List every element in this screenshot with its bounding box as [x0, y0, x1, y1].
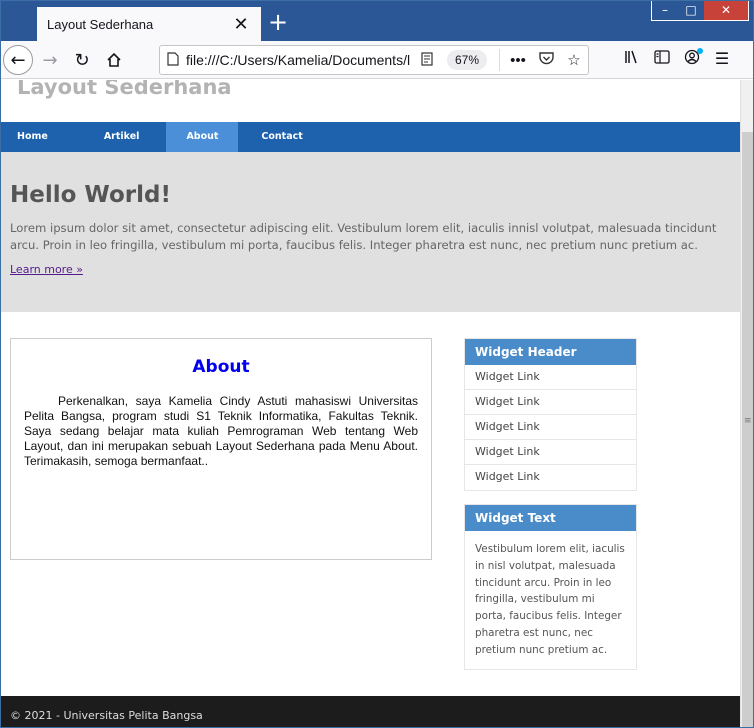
- widget-text-box: Widget Text Vestibulum lorem elit, iacul…: [464, 504, 637, 670]
- reader-view-icon[interactable]: [415, 51, 439, 69]
- widget-header: Widget Header: [465, 339, 636, 365]
- about-text: Perkenalkan, saya Kamelia Cindy Astuti m…: [24, 394, 418, 468]
- sidebar-icon[interactable]: [647, 49, 677, 69]
- widget-link[interactable]: Widget Link: [465, 465, 636, 490]
- hero-section: Hello World! Lorem ipsum dolor sit amet,…: [1, 152, 740, 312]
- about-heading: About: [192, 357, 250, 377]
- navigation-toolbar: ← → ↻ file:///C:/Users/Kamelia/Documents…: [1, 41, 753, 79]
- nav-about[interactable]: About: [166, 122, 239, 152]
- title-bar: Layout Sederhana ✕ + – □ ✕: [1, 1, 753, 41]
- vertical-scrollbar[interactable]: ≡: [740, 80, 753, 727]
- widget-link[interactable]: Widget Link: [465, 390, 636, 415]
- reload-button[interactable]: ↻: [67, 45, 97, 75]
- hero-heading: Hello World!: [10, 182, 171, 208]
- more-icon[interactable]: •••: [504, 52, 532, 69]
- home-icon: [107, 52, 121, 67]
- pocket-icon[interactable]: [532, 51, 560, 69]
- scrollbar-grip-icon: ≡: [744, 416, 752, 426]
- forward-button[interactable]: →: [35, 45, 65, 75]
- url-bar[interactable]: file:///C:/Users/Kamelia/Documents/l 67%…: [159, 45, 589, 75]
- home-button[interactable]: [99, 45, 129, 75]
- forward-icon: →: [42, 49, 58, 71]
- minimize-button[interactable]: –: [652, 1, 678, 20]
- url-separator: [499, 49, 500, 71]
- widget-links: Widget Header Widget Link Widget Link Wi…: [464, 338, 637, 491]
- maximize-button[interactable]: □: [678, 1, 704, 20]
- page-icon: [160, 51, 186, 69]
- account-icon[interactable]: [677, 48, 707, 69]
- learn-more-link[interactable]: Learn more »: [10, 263, 83, 276]
- widget-link[interactable]: Widget Link: [465, 415, 636, 440]
- widget-text-header: Widget Text: [465, 505, 636, 531]
- toolbar-right: ☰: [617, 48, 737, 69]
- url-text[interactable]: file:///C:/Users/Kamelia/Documents/l: [186, 52, 415, 68]
- page-viewport: Layout Sederhana Home Artikel About Cont…: [1, 80, 740, 727]
- page-footer: © 2021 - Universitas Pelita Bangsa: [1, 696, 740, 727]
- nav-contact[interactable]: Contact: [238, 122, 325, 152]
- about-article: About Perkenalkan, saya Kamelia Cindy As…: [10, 338, 432, 560]
- close-window-button[interactable]: ✕: [704, 1, 748, 20]
- library-icon[interactable]: [617, 49, 647, 69]
- nav-artikel[interactable]: Artikel: [64, 122, 167, 152]
- widget-link[interactable]: Widget Link: [465, 365, 636, 390]
- hero-text: Lorem ipsum dolor sit amet, consectetur …: [10, 221, 717, 252]
- menu-icon[interactable]: ☰: [707, 49, 737, 69]
- new-tab-button[interactable]: +: [267, 9, 289, 37]
- close-tab-icon[interactable]: ✕: [231, 14, 251, 35]
- scrollbar-thumb[interactable]: [742, 132, 753, 727]
- browser-window: Layout Sederhana ✕ + – □ ✕ ← → ↻ file://…: [0, 0, 754, 728]
- back-button[interactable]: ←: [3, 45, 33, 75]
- browser-tab[interactable]: Layout Sederhana ✕: [37, 7, 261, 41]
- site-title: Layout Sederhana: [17, 80, 232, 99]
- main-nav: Home Artikel About Contact: [1, 122, 740, 152]
- tab-title: Layout Sederhana: [47, 16, 154, 32]
- bookmark-star-icon[interactable]: ☆: [560, 51, 588, 69]
- zoom-level[interactable]: 67%: [446, 50, 487, 70]
- window-controls: – □ ✕: [651, 1, 749, 21]
- nav-home[interactable]: Home: [1, 122, 64, 152]
- widget-link[interactable]: Widget Link: [465, 440, 636, 465]
- widget-text: Vestibulum lorem elit, iaculis in nisl v…: [475, 543, 625, 656]
- back-icon: ←: [10, 49, 26, 71]
- reload-icon: ↻: [74, 49, 90, 71]
